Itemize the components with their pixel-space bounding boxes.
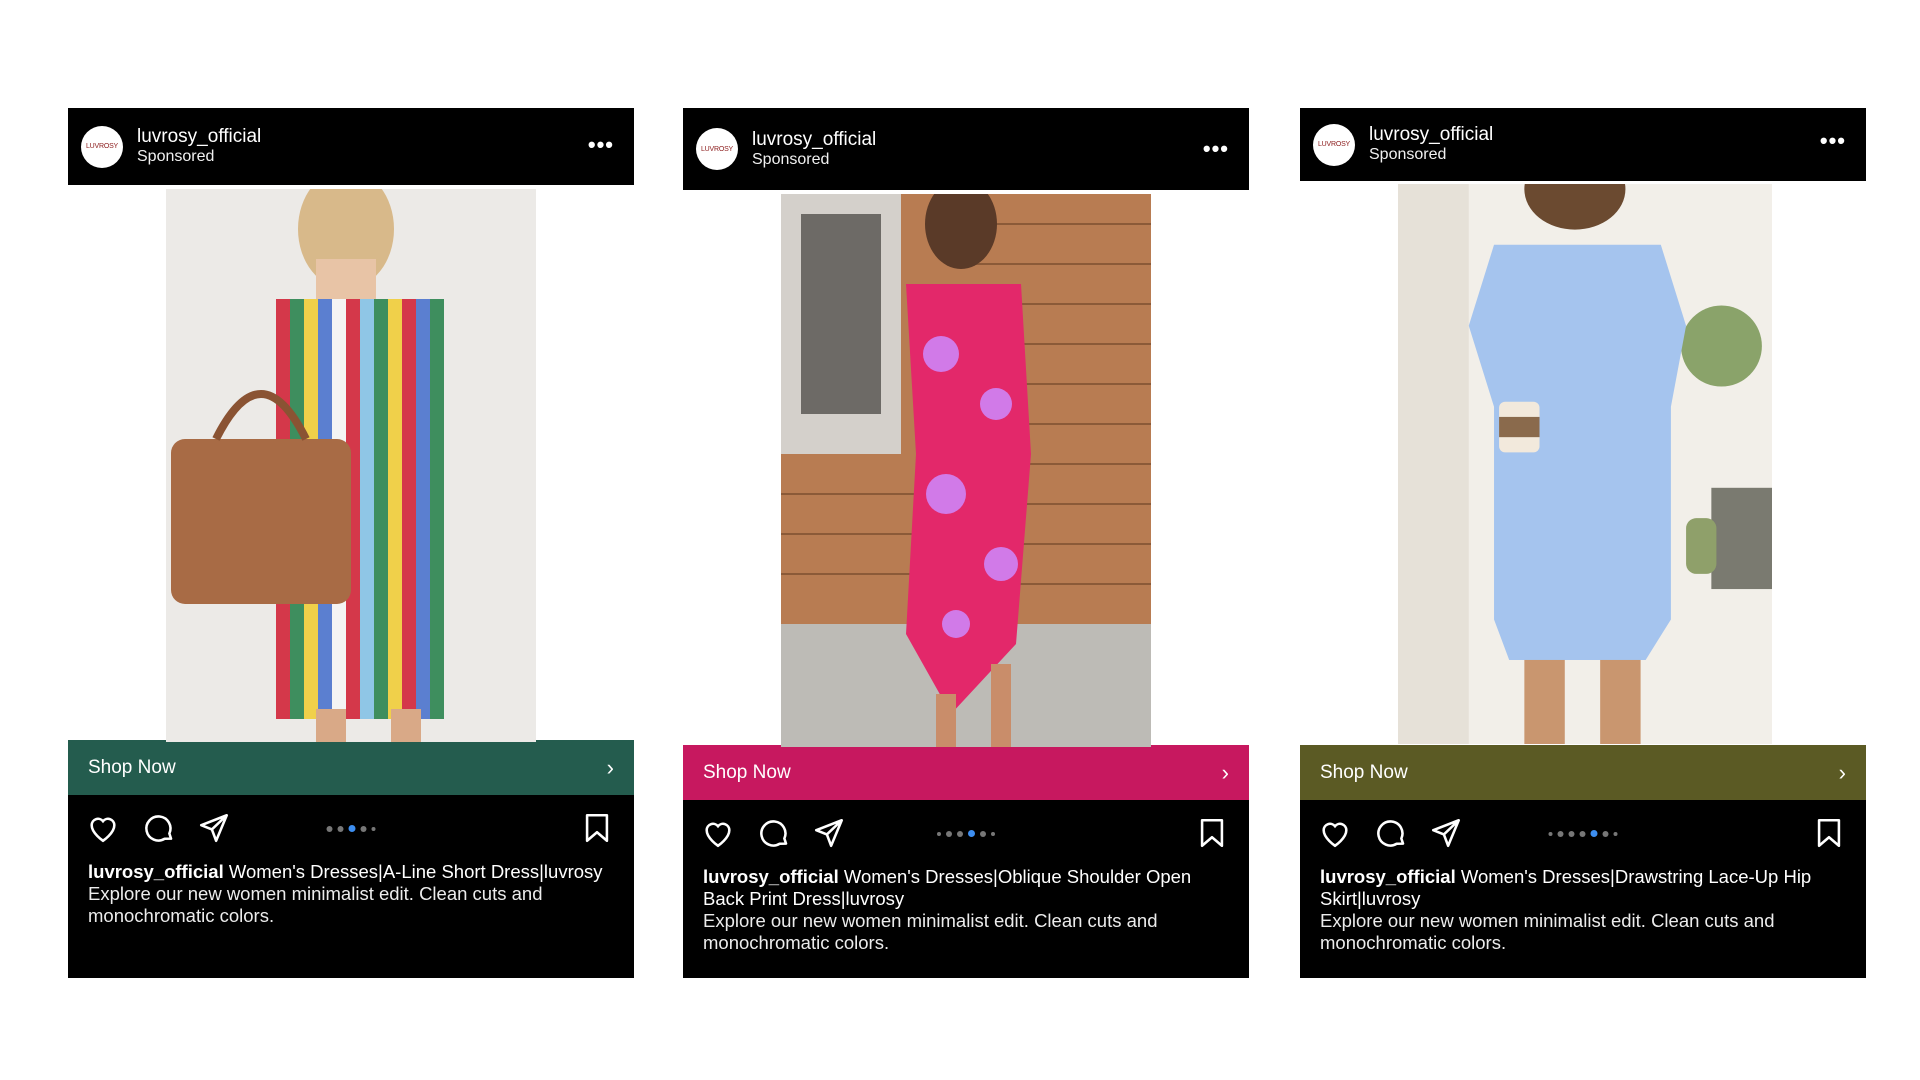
more-options-icon[interactable]: ••• [588, 134, 614, 156]
send-icon[interactable] [197, 811, 231, 845]
action-bar [68, 795, 634, 861]
carousel-dot [360, 825, 367, 832]
caption-description: Explore our new women minimalist edit. C… [1320, 910, 1775, 953]
action-bar [683, 800, 1249, 866]
chevron-right-icon: › [1838, 759, 1846, 785]
username[interactable]: luvrosy_official [137, 126, 261, 148]
carousel-dot [946, 830, 952, 837]
carousel-dot [371, 826, 376, 831]
post-header: LUVROSY luvrosy_official Sponsored ••• [68, 108, 634, 185]
caption-username[interactable]: luvrosy_official [88, 861, 224, 882]
carousel-dot [1548, 831, 1553, 836]
avatar[interactable]: LUVROSY [696, 128, 738, 170]
post-media [1300, 181, 1866, 745]
chevron-right-icon: › [1221, 759, 1229, 785]
post-media [68, 185, 634, 742]
product-photo-striped-dress[interactable] [166, 189, 536, 742]
carousel-dot [980, 830, 986, 837]
post-header: LUVROSY luvrosy_official Sponsored ••• [683, 108, 1249, 190]
post-caption: luvrosy_official Women's Dresses|A-Line … [68, 861, 634, 927]
sponsored-label: Sponsored [752, 150, 830, 168]
shop-now-button[interactable]: Shop Now › [1300, 745, 1866, 800]
comment-icon[interactable] [1374, 816, 1408, 850]
post-caption: luvrosy_official Women's Dresses|Drawstr… [1300, 866, 1866, 954]
send-icon[interactable] [812, 816, 846, 850]
shop-now-button[interactable]: Shop Now › [683, 745, 1249, 800]
avatar[interactable]: LUVROSY [81, 125, 123, 168]
carousel-dot [337, 825, 344, 832]
carousel-dot [937, 831, 941, 836]
shop-now-label: Shop Now [703, 761, 791, 783]
bookmark-icon[interactable] [580, 811, 614, 845]
carousel-dot [1579, 830, 1586, 837]
sponsored-label: Sponsored [137, 148, 215, 166]
caption-username[interactable]: luvrosy_official [1320, 866, 1456, 887]
carousel-dot [1602, 830, 1609, 837]
avatar-logo-text: LUVROSY [1317, 141, 1351, 148]
bookmark-icon[interactable] [1195, 816, 1229, 850]
heart-icon[interactable] [701, 816, 735, 850]
more-options-icon[interactable]: ••• [1203, 138, 1229, 160]
sponsored-label: Sponsored [1369, 146, 1447, 164]
carousel-dot [326, 825, 333, 832]
chevron-right-icon: › [606, 754, 614, 780]
carousel-dot [1568, 830, 1575, 837]
comment-icon[interactable] [142, 811, 176, 845]
carousel-indicator [1548, 830, 1618, 837]
avatar[interactable]: LUVROSY [1313, 123, 1355, 166]
post-media [683, 190, 1249, 747]
caption-title: Women's Dresses|A-Line Short Dress|luvro… [228, 861, 603, 882]
comment-icon[interactable] [757, 816, 791, 850]
carousel-indicator [326, 825, 376, 832]
avatar-logo-text: LUVROSY [85, 143, 119, 150]
username[interactable]: luvrosy_official [752, 129, 876, 151]
post-caption: luvrosy_official Women's Dresses|Oblique… [683, 866, 1249, 954]
username[interactable]: luvrosy_official [1369, 124, 1493, 146]
caption-username[interactable]: luvrosy_official [703, 866, 839, 887]
product-photo-blue-dress[interactable] [1398, 184, 1772, 744]
product-photo-floral-dress[interactable] [781, 194, 1151, 747]
post-header: LUVROSY luvrosy_official Sponsored ••• [1300, 108, 1866, 181]
carousel-dot [1557, 830, 1564, 837]
caption-description: Explore our new women minimalist edit. C… [88, 883, 543, 926]
action-bar [1300, 800, 1866, 866]
heart-icon[interactable] [1318, 816, 1352, 850]
carousel-dot-active [348, 825, 356, 832]
carousel-dot [991, 831, 995, 836]
shop-now-button[interactable]: Shop Now › [68, 740, 634, 795]
bookmark-icon[interactable] [1812, 816, 1846, 850]
sponsored-post-3: LUVROSY luvrosy_official Sponsored ••• S… [1300, 108, 1866, 978]
sponsored-post-2: LUVROSY luvrosy_official Sponsored ••• S… [683, 108, 1249, 978]
heart-icon[interactable] [86, 811, 120, 845]
carousel-dot [957, 830, 963, 837]
carousel-dot-active [1590, 830, 1598, 837]
avatar-logo-text: LUVROSY [700, 145, 734, 153]
carousel-indicator [937, 830, 995, 837]
caption-description: Explore our new women minimalist edit. C… [703, 910, 1158, 953]
carousel-dot [1613, 831, 1618, 836]
sponsored-post-1: LUVROSY luvrosy_official Sponsored ••• S… [68, 108, 634, 978]
send-icon[interactable] [1429, 816, 1463, 850]
more-options-icon[interactable]: ••• [1820, 130, 1846, 152]
carousel-dot-active [968, 830, 975, 837]
shop-now-label: Shop Now [88, 756, 176, 778]
shop-now-label: Shop Now [1320, 761, 1408, 783]
